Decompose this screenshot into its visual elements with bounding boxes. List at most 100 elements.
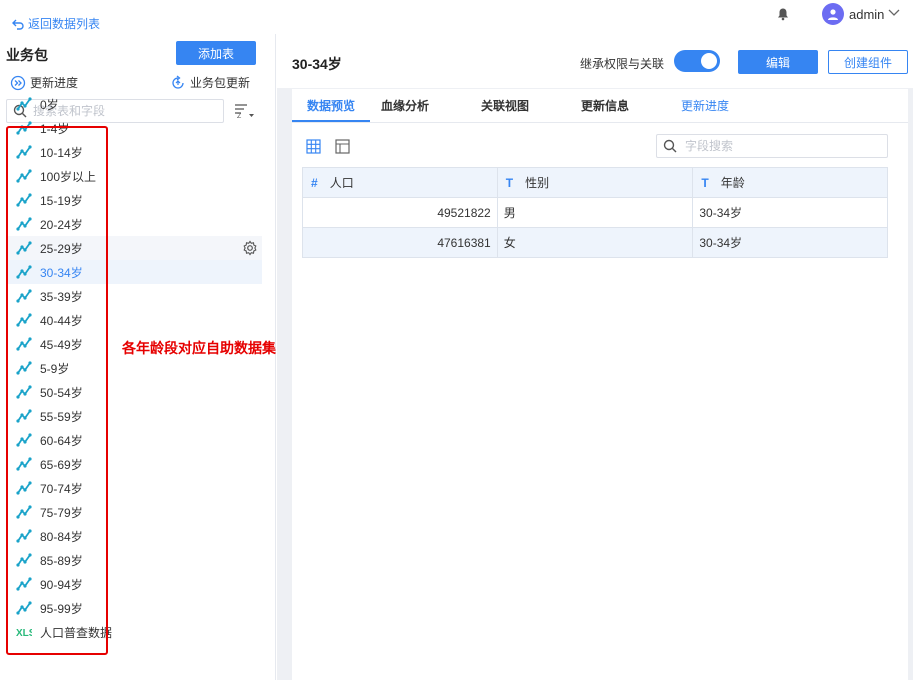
table-list-item-label: 30-34岁 xyxy=(40,265,83,280)
self-service-dataset-icon xyxy=(16,385,32,399)
table-list: 0岁 1-4岁 10-14岁 100岁以上 15-19岁 20-24岁 25-29岁 30-3… xyxy=(6,92,262,644)
table-list-item[interactable]: 1-4岁 xyxy=(6,116,262,140)
back-to-list-link[interactable]: 返回数据列表 xyxy=(12,15,100,32)
tab-data-preview[interactable]: 数据预览 xyxy=(292,89,370,122)
tab-update-info[interactable]: 更新信息 xyxy=(570,89,640,122)
table-list-item-label: 100岁以上 xyxy=(40,169,97,184)
table-list-item[interactable]: 65-69岁 xyxy=(6,452,262,476)
username[interactable]: admin xyxy=(849,7,884,22)
table-list-item-label: 20-24岁 xyxy=(40,217,83,232)
table-list-item[interactable]: 70-74岁 xyxy=(6,476,262,500)
table-list-item[interactable]: XLS 人口普查数据 xyxy=(6,620,262,644)
tab-update-progress[interactable]: 更新进度 xyxy=(670,89,740,122)
table-list-item[interactable]: 85-89岁 xyxy=(6,548,262,572)
table-cell: 女 xyxy=(496,227,694,258)
table-list-item[interactable]: 35-39岁 xyxy=(6,284,262,308)
data-preview-table: # 人口 T 性别 T 年龄 49521822 男 30-34岁 47616381 女… xyxy=(302,167,888,258)
table-list-item[interactable]: 5-9岁 xyxy=(6,356,262,380)
gear-icon[interactable] xyxy=(242,240,258,256)
self-service-dataset-icon xyxy=(16,553,32,567)
add-table-button[interactable]: 添加表 xyxy=(176,41,256,65)
table-list-item-label: 40-44岁 xyxy=(40,313,83,328)
table-list-item-label: 80-84岁 xyxy=(40,529,83,544)
table-list-item-label: 10-14岁 xyxy=(40,145,83,160)
table-list-item-label: 90-94岁 xyxy=(40,577,83,592)
table-list-item-label: 60-64岁 xyxy=(40,433,83,448)
table-row: 47616381 女 30-34岁 xyxy=(302,227,888,258)
table-list-item[interactable]: 100岁以上 xyxy=(6,164,262,188)
table-list-item[interactable]: 90-94岁 xyxy=(6,572,262,596)
table-list-item[interactable]: 55-59岁 xyxy=(6,404,262,428)
text-type-icon: T xyxy=(701,176,709,190)
inherit-permission-toggle[interactable] xyxy=(674,50,720,72)
table-list-item[interactable]: 50-54岁 xyxy=(6,380,262,404)
table-list-item-label: 0岁 xyxy=(40,97,59,112)
update-progress-link[interactable]: 更新进度 xyxy=(10,74,78,91)
user-icon xyxy=(828,9,838,20)
dataset-title: 30-34岁 xyxy=(292,56,342,72)
table-list-item[interactable]: 75-79岁 xyxy=(6,500,262,524)
text-type-icon: T xyxy=(505,176,514,190)
table-list-item[interactable]: 40-44岁 xyxy=(6,308,262,332)
column-label: 性别 xyxy=(525,176,550,190)
inherit-permission-label: 继承权限与关联 xyxy=(580,57,665,71)
self-service-dataset-icon xyxy=(16,289,32,303)
package-update-link[interactable]: 业务包更新 xyxy=(170,74,250,91)
self-service-dataset-icon xyxy=(16,313,32,327)
table-list-item[interactable]: 15-19岁 xyxy=(6,188,262,212)
tab-bar: 数据预览 血缘分析 关联视图 更新信息 更新进度 xyxy=(292,89,908,123)
detail-view-icon[interactable] xyxy=(335,139,350,154)
package-update-label: 业务包更新 xyxy=(190,76,251,90)
tab-relation-view[interactable]: 关联视图 xyxy=(470,89,540,122)
self-service-dataset-icon xyxy=(16,361,32,375)
table-cell: 49521822 xyxy=(302,197,498,228)
self-service-dataset-icon xyxy=(16,457,32,471)
tab-lineage[interactable]: 血缘分析 xyxy=(370,89,440,122)
table-cell: 30-34岁 xyxy=(692,227,888,258)
table-list-item[interactable]: 20-24岁 xyxy=(6,212,262,236)
table-list-item[interactable]: 10-14岁 xyxy=(6,140,262,164)
table-list-item-label: 35-39岁 xyxy=(40,289,83,304)
self-service-dataset-icon xyxy=(16,409,32,423)
table-header-row: # 人口 T 性别 T 年龄 xyxy=(302,167,888,198)
table-list-item-label: 75-79岁 xyxy=(40,505,83,520)
top-bar: 返回数据列表 admin xyxy=(0,0,913,34)
self-service-dataset-icon xyxy=(16,217,32,231)
refresh-icon xyxy=(172,74,184,89)
self-service-dataset-icon xyxy=(16,433,32,447)
bell-icon[interactable] xyxy=(776,7,790,21)
self-service-dataset-icon xyxy=(16,505,32,519)
column-header[interactable]: # 人口 xyxy=(302,167,498,198)
table-list-item[interactable]: 25-29岁 xyxy=(6,236,262,260)
table-list-item-label: 人口普查数据 xyxy=(40,625,113,640)
column-header[interactable]: T 性别 xyxy=(496,167,694,198)
table-list-item-label: 95-99岁 xyxy=(40,601,83,616)
edit-button[interactable]: 编辑 xyxy=(738,50,818,74)
field-search-input[interactable] xyxy=(685,139,875,153)
progress-label: 更新进度 xyxy=(30,76,79,90)
self-service-dataset-icon xyxy=(16,241,32,255)
table-list-item-label: 25-29岁 xyxy=(40,241,83,256)
table-list-item[interactable]: 95-99岁 xyxy=(6,596,262,620)
table-list-item[interactable]: 60-64岁 xyxy=(6,428,262,452)
excel-table-icon: XLS xyxy=(16,628,32,638)
progress-icon xyxy=(10,75,26,90)
svg-text:XLS: XLS xyxy=(16,628,32,638)
table-list-item-label: 45-49岁 xyxy=(40,337,83,352)
self-service-dataset-icon xyxy=(16,481,32,495)
create-component-button[interactable]: 创建组件 xyxy=(828,50,908,74)
back-label: 返回数据列表 xyxy=(28,17,101,31)
avatar[interactable] xyxy=(822,3,844,25)
grid-view-icon[interactable] xyxy=(306,139,321,154)
table-cell: 男 xyxy=(496,197,694,228)
table-list-item[interactable]: 80-84岁 xyxy=(6,524,262,548)
self-service-dataset-icon xyxy=(16,601,32,615)
chevron-down-icon[interactable] xyxy=(888,9,900,17)
self-service-dataset-icon xyxy=(16,169,32,183)
column-header[interactable]: T 年龄 xyxy=(692,167,888,198)
table-list-item[interactable]: 0岁 xyxy=(6,92,262,116)
table-list-item-label: 65-69岁 xyxy=(40,457,83,472)
table-list-item-label: 50-54岁 xyxy=(40,385,83,400)
table-list-item[interactable]: 30-34岁 xyxy=(6,260,262,284)
self-service-dataset-icon xyxy=(16,265,32,279)
